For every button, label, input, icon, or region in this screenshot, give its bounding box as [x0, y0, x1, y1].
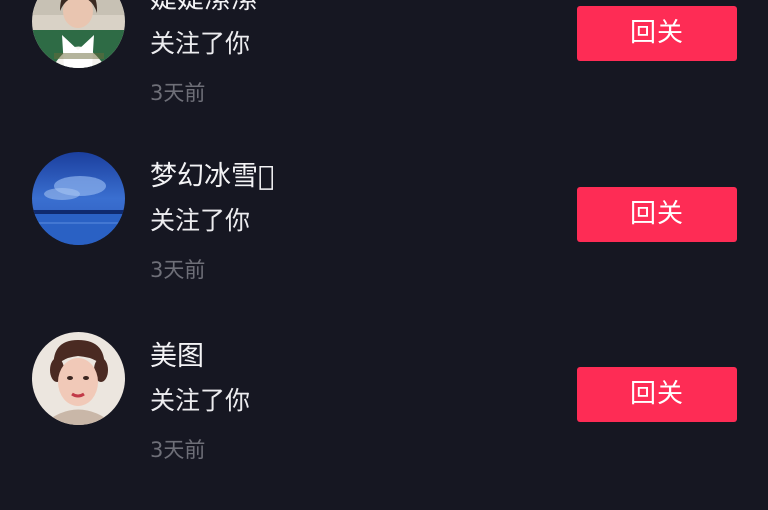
- list-item[interactable]: 梦幻冰雪  关注了你 3天前 回关: [0, 152, 768, 322]
- list-item[interactable]: 婕婕潆潆 关注了你 3天前 回关: [0, 0, 768, 145]
- avatar[interactable]: [32, 332, 125, 425]
- list-item[interactable]: 美图 关注了你 3天前 回关: [0, 332, 768, 502]
- timestamp: 3天前: [150, 438, 206, 462]
- avatar[interactable]: [32, 152, 125, 245]
- timestamp: 3天前: [150, 81, 206, 105]
- follow-action-text: 关注了你: [150, 386, 251, 415]
- follow-action-text: 关注了你: [150, 29, 251, 58]
- follower-notification-list: 婕婕潆潆 关注了你 3天前 回关: [0, 0, 768, 510]
- follow-action-text: 关注了你: [150, 206, 251, 235]
- timestamp: 3天前: [150, 258, 206, 282]
- avatar-girl-green-jacket-icon: [32, 0, 125, 68]
- follower-name[interactable]: 梦幻冰雪 : [150, 160, 274, 194]
- follow-back-button[interactable]: 回关: [577, 6, 737, 61]
- follower-name[interactable]: 美图: [150, 340, 204, 374]
- follower-name[interactable]: 婕婕潆潆: [150, 0, 258, 17]
- avatar-woman-portrait-icon: [32, 332, 125, 425]
- avatar[interactable]: [32, 0, 125, 68]
- follow-back-button[interactable]: 回关: [577, 187, 737, 242]
- avatar-blue-sky-sea-icon: [32, 152, 125, 245]
- follow-back-button[interactable]: 回关: [577, 367, 737, 422]
